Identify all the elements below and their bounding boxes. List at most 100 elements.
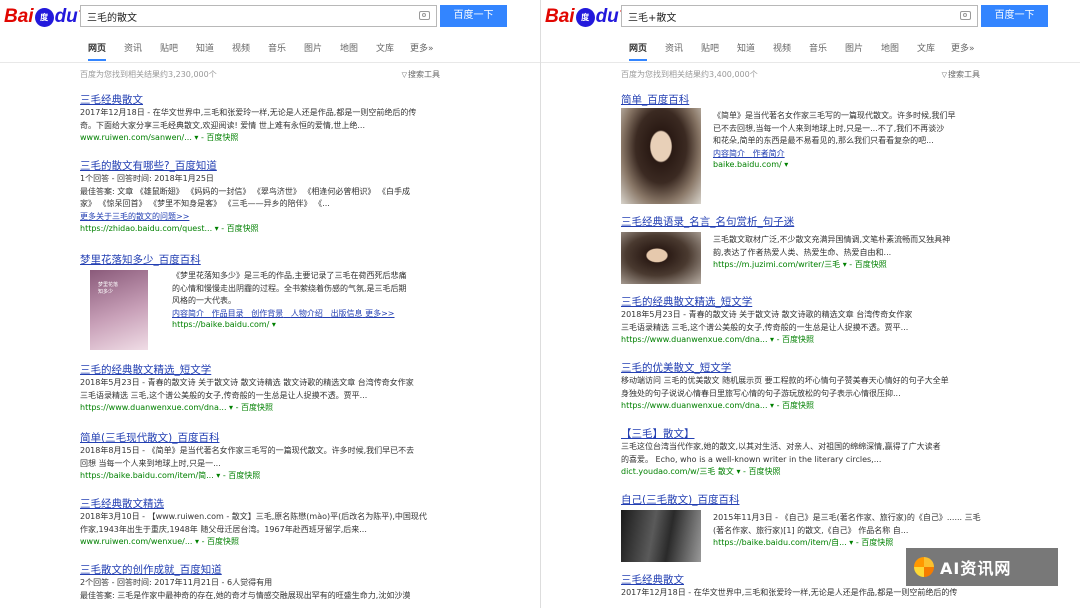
search-result: 自己(三毛散文)_百度百科 2015年11月3日 - 《自己》是三毛(著名作家、… bbox=[621, 492, 991, 562]
author-photo[interactable] bbox=[621, 108, 701, 204]
search-result: 三毛经典散文 2017年12月18日 - 在华文世界中,三毛和张爱玲一样,无论是… bbox=[80, 92, 440, 143]
tab-wenku[interactable]: 文库 bbox=[917, 41, 935, 54]
tab-map[interactable]: 地图 bbox=[881, 41, 899, 54]
sublink-more[interactable]: 更多>> bbox=[365, 309, 394, 318]
tab-more[interactable]: 更多» bbox=[410, 41, 434, 54]
tab-tieba[interactable]: 贴吧 bbox=[160, 41, 178, 54]
tab-wenku[interactable]: 文库 bbox=[376, 41, 394, 54]
result-title[interactable]: 三毛的散文有哪些?_百度知道 bbox=[80, 158, 440, 173]
search-result: 三毛的散文有哪些?_百度知道 1个回答 - 回答时间: 2018年1月25日 最… bbox=[80, 158, 440, 234]
result-snippet-line: 身独处的句子说说心情春日里旅写心情的句子游玩放松的句子表示心情很压抑... bbox=[621, 388, 901, 398]
sublink-contents[interactable]: 作品目录 bbox=[212, 309, 244, 318]
more-questions-link[interactable]: 更多关于三毛的散文的问题>> bbox=[80, 211, 440, 224]
pinwheel-icon bbox=[914, 557, 934, 577]
camera-icon[interactable] bbox=[960, 11, 971, 20]
result-snippet-line: 最佳答案: 三毛是作家中最神奇的存在,她的奇才与情感交融展现出罕有的旺盛生命力,… bbox=[80, 590, 411, 600]
result-title[interactable]: 三毛经典散文精选 bbox=[80, 496, 440, 511]
sublink-summary[interactable]: 内容简介 bbox=[172, 309, 204, 318]
tab-music[interactable]: 音乐 bbox=[809, 41, 827, 54]
result-url[interactable]: baike.baidu.com/ ▾ bbox=[713, 160, 991, 169]
result-title[interactable]: 三毛散文的创作成就_百度知道 bbox=[80, 562, 440, 577]
search-tools-label: 搜索工具 bbox=[408, 70, 440, 79]
tab-music[interactable]: 音乐 bbox=[268, 41, 286, 54]
result-stats: 百度为您找到相关结果约3,230,000个 bbox=[80, 70, 217, 79]
result-snippet-line: 移动端访问 三毛的优美散文 随机展示页 要工程款的坏心情句子赞美春天心情好的句子… bbox=[621, 376, 949, 385]
filter-icon: ▽ bbox=[401, 71, 407, 79]
tab-web[interactable]: 网页 bbox=[629, 41, 648, 61]
sublink-summary[interactable]: 内容简介 bbox=[713, 149, 745, 158]
result-url[interactable]: https://www.duanwenxue.com/dna... ▾ - 百度… bbox=[621, 334, 991, 345]
tab-news[interactable]: 资讯 bbox=[124, 41, 142, 54]
filter-icon: ▽ bbox=[941, 71, 947, 79]
book-cover-image[interactable]: 梦里花落知多少 bbox=[90, 270, 148, 350]
result-snippet-line: 风格的一大代表。 bbox=[172, 296, 236, 305]
author-photo[interactable] bbox=[621, 232, 701, 284]
tab-web[interactable]: 网页 bbox=[88, 41, 107, 61]
result-snippet-line: 回想 当每一个人来到地球上时,只是一... bbox=[80, 458, 221, 468]
tab-news[interactable]: 资讯 bbox=[665, 41, 683, 54]
tab-zhidao[interactable]: 知道 bbox=[737, 41, 755, 54]
tab-video[interactable]: 视频 bbox=[773, 41, 791, 54]
tab-images[interactable]: 图片 bbox=[304, 41, 322, 54]
search-result: 三毛经典散文精选 2018年3月10日 - 【www.ruiwen.com - … bbox=[80, 496, 440, 547]
result-title[interactable]: 三毛经典散文 bbox=[80, 92, 440, 107]
result-url[interactable]: dict.youdao.com/w/三毛 散文 ▾ - 百度快照 bbox=[621, 466, 991, 477]
result-url[interactable]: https://m.juzimi.com/writer/三毛 ▾ - 百度快照 bbox=[713, 259, 991, 270]
right-search-panel: Bai 度 du 百度 三毛+散文 百度一下 网页 资讯 贴吧 知道 视频 音乐… bbox=[540, 0, 1080, 608]
sublink-background[interactable]: 创作背景 bbox=[251, 309, 283, 318]
result-url[interactable]: https://www.duanwenxue.com/dna... ▾ - 百度… bbox=[80, 402, 440, 413]
tab-map[interactable]: 地图 bbox=[340, 41, 358, 54]
camera-icon[interactable] bbox=[419, 11, 430, 20]
author-photo[interactable] bbox=[621, 510, 701, 562]
top-bar: Bai 度 du 百度 三毛的散文 百度一下 bbox=[0, 0, 540, 34]
result-snippet-line: 1个回答 - 回答时间: 2018年1月25日 bbox=[80, 174, 214, 183]
result-snippet-line: 三毛散文取材广泛,不少散文充满异国情调,文笔朴素流畅而又独具神 bbox=[713, 235, 951, 244]
sublink-characters[interactable]: 人物介绍 bbox=[291, 309, 323, 318]
search-query[interactable]: 三毛+散文 bbox=[628, 9, 676, 24]
result-snippet-line: 《简单》是当代著名女作家三毛写的一篇现代散文。许多时候,我们早 bbox=[713, 111, 956, 120]
result-url[interactable]: https://baike.baidu.com/item/自... ▾ - 百度… bbox=[713, 537, 991, 548]
tab-zhidao[interactable]: 知道 bbox=[196, 41, 214, 54]
sublink-author[interactable]: 作者简介 bbox=[753, 149, 785, 158]
search-tools[interactable]: ▽搜索工具 bbox=[402, 69, 440, 80]
result-snippet-line: 的喜爱。 Echo, who is a well-known writer in… bbox=[621, 454, 882, 464]
result-title[interactable]: 【三毛】散文】 bbox=[621, 426, 991, 441]
logo-bai: Bai bbox=[4, 6, 34, 27]
search-input[interactable]: 三毛+散文 bbox=[621, 5, 978, 27]
result-title[interactable]: 简单_百度百科 bbox=[621, 92, 991, 107]
result-title[interactable]: 三毛经典语录_名言_名句赏析_句子迷 bbox=[621, 214, 991, 229]
search-result: 梦里花落知多少_百度百科 梦里花落知多少 《梦里花落知多少》是三毛的作品,主要记… bbox=[80, 252, 440, 350]
tab-more[interactable]: 更多» bbox=[951, 41, 975, 54]
tab-video[interactable]: 视频 bbox=[232, 41, 250, 54]
result-stats: 百度为您找到相关结果约3,400,000个 bbox=[621, 70, 758, 79]
result-snippet-line: 三毛语录精选 三毛,这个谱公美般的女子,传奇般的一生总是让人捉摸不透。贾平... bbox=[80, 390, 368, 400]
paw-icon: 度 bbox=[34, 7, 54, 27]
result-title[interactable]: 三毛的优美散文_短文学 bbox=[621, 360, 991, 375]
result-url[interactable]: https://www.duanwenxue.com/dna... ▾ - 百度… bbox=[621, 400, 991, 411]
result-snippet-line: 三毛语录精选 三毛,这个谱公美般的女子,传奇般的一生总是让人捉摸不透。贾平... bbox=[621, 322, 909, 332]
search-button[interactable]: 百度一下 bbox=[981, 5, 1048, 27]
result-snippet-line: 2018年5月23日 - 青春的散文诗 关于散文诗 散文诗精选 散文诗歌的精选文… bbox=[80, 378, 414, 387]
result-title[interactable]: 三毛的经典散文精选_短文学 bbox=[80, 362, 440, 377]
result-url[interactable]: https://baike.baidu.com/item/简... ▾ - 百度… bbox=[80, 470, 440, 481]
result-url[interactable]: https://baike.baidu.com/ ▾ bbox=[172, 320, 442, 329]
sublink-publication[interactable]: 出版信息 bbox=[331, 309, 363, 318]
search-button[interactable]: 百度一下 bbox=[440, 5, 507, 27]
book-cover-text: 梦里花落知多少 bbox=[98, 282, 119, 295]
result-snippet-line: 2个回答 - 回答时间: 2017年11月21日 - 6人觉得有用 bbox=[80, 578, 273, 587]
result-url[interactable]: https://zhidao.baidu.com/quest... ▾ - 百度… bbox=[80, 223, 440, 234]
tab-tieba[interactable]: 贴吧 bbox=[701, 41, 719, 54]
result-title[interactable]: 简单(三毛现代散文)_百度百科 bbox=[80, 430, 440, 445]
result-snippet-line: 2017年12月18日 - 在华文世界中,三毛和张爱玲一样,无论是人还是作品,都… bbox=[621, 588, 958, 597]
result-title[interactable]: 梦里花落知多少_百度百科 bbox=[80, 252, 440, 267]
search-tools[interactable]: ▽搜索工具 bbox=[942, 69, 980, 80]
tab-images[interactable]: 图片 bbox=[845, 41, 863, 54]
result-title[interactable]: 三毛的经典散文精选_短文学 bbox=[621, 294, 991, 309]
search-result: 三毛的经典散文精选_短文学 2018年5月23日 - 青春的散文诗 关于散文诗 … bbox=[80, 362, 440, 413]
search-query[interactable]: 三毛的散文 bbox=[87, 9, 137, 24]
result-url[interactable]: www.ruiwen.com/sanwen/... ▾ - 百度快照 bbox=[80, 132, 440, 143]
search-input[interactable]: 三毛的散文 bbox=[80, 5, 437, 27]
result-url[interactable]: www.ruiwen.com/wenxue/... ▾ - 百度快照 bbox=[80, 536, 440, 547]
top-bar: Bai 度 du 百度 三毛+散文 百度一下 bbox=[541, 0, 1080, 34]
result-title[interactable]: 自己(三毛散文)_百度百科 bbox=[621, 492, 991, 507]
